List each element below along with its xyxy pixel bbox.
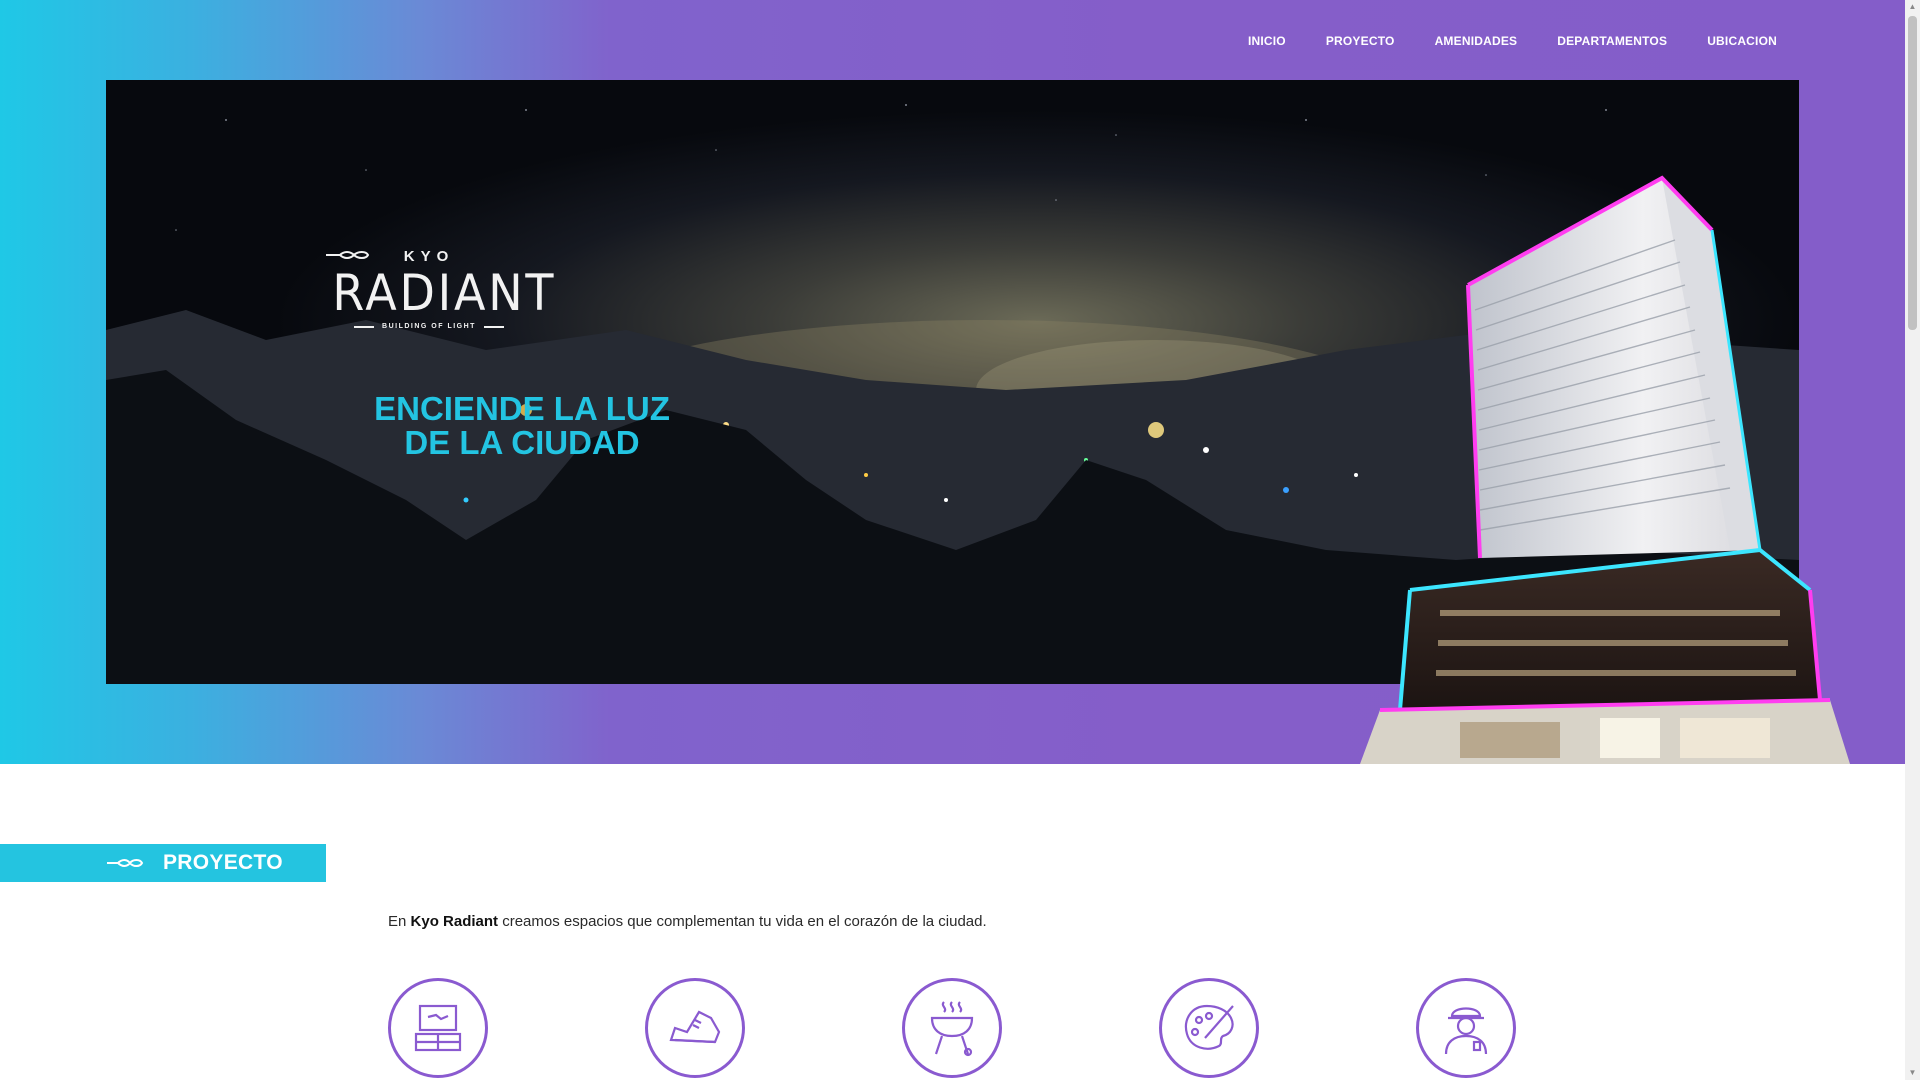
scroll-thumb[interactable] xyxy=(1908,16,1917,330)
brand-logo: KYO RADIANT BUILDING OF LIGHT xyxy=(324,248,557,336)
building-render xyxy=(1340,170,1870,769)
sneaker-icon[interactable] xyxy=(645,978,745,1078)
vertical-scrollbar[interactable]: ▲ ▼ xyxy=(1905,0,1920,1080)
tagline-line-2: DE LA CIUDAD xyxy=(404,424,640,461)
scroll-down-icon[interactable]: ▼ xyxy=(1908,1068,1917,1078)
nav-item-proyecto[interactable]: PROYECTO xyxy=(1326,34,1395,48)
intro-suffix: creamos espacios que complementan tu vid… xyxy=(498,913,987,930)
proyecto-section-label: PROYECTO xyxy=(0,844,326,882)
logo-main-text: RADIANT xyxy=(332,264,557,322)
paint-palette-icon[interactable] xyxy=(1159,978,1259,1078)
tagline-line-1: ENCIENDE LA LUZ xyxy=(374,390,670,427)
grill-icon[interactable] xyxy=(902,978,1002,1078)
nav-item-ubicacion[interactable]: UBICACION xyxy=(1707,34,1777,48)
project-intro: En Kyo Radiant creamos espacios que comp… xyxy=(388,913,987,930)
section-title: PROYECTO xyxy=(163,851,283,874)
security-guard-icon[interactable] xyxy=(1416,978,1516,1078)
scroll-up-icon[interactable]: ▲ xyxy=(1908,2,1917,12)
nav-item-amenidades[interactable]: AMENIDADES xyxy=(1435,34,1518,48)
nav-item-departamentos[interactable]: DEPARTAMENTOS xyxy=(1557,34,1667,48)
logo-sub-row: BUILDING OF LIGHT xyxy=(324,323,534,330)
intro-brand: Kyo Radiant xyxy=(410,913,499,930)
amenity-icons xyxy=(388,978,1588,1080)
logo-divider xyxy=(354,325,375,328)
main-nav: INICIO PROYECTO AMENIDADES DEPARTAMENTOS… xyxy=(1208,28,1777,54)
tv-furniture-icon[interactable] xyxy=(388,978,488,1078)
infinity-icon xyxy=(106,856,146,875)
logo-divider xyxy=(483,325,504,328)
intro-prefix: En xyxy=(388,913,411,930)
hero-tagline: ENCIENDE LA LUZ DE LA CIUDAD xyxy=(352,392,692,460)
page: INICIO PROYECTO AMENIDADES DEPARTAMENTOS… xyxy=(0,0,1920,1080)
nav-item-inicio[interactable]: INICIO xyxy=(1248,34,1286,48)
logo-sub-text: BUILDING OF LIGHT xyxy=(382,323,476,330)
